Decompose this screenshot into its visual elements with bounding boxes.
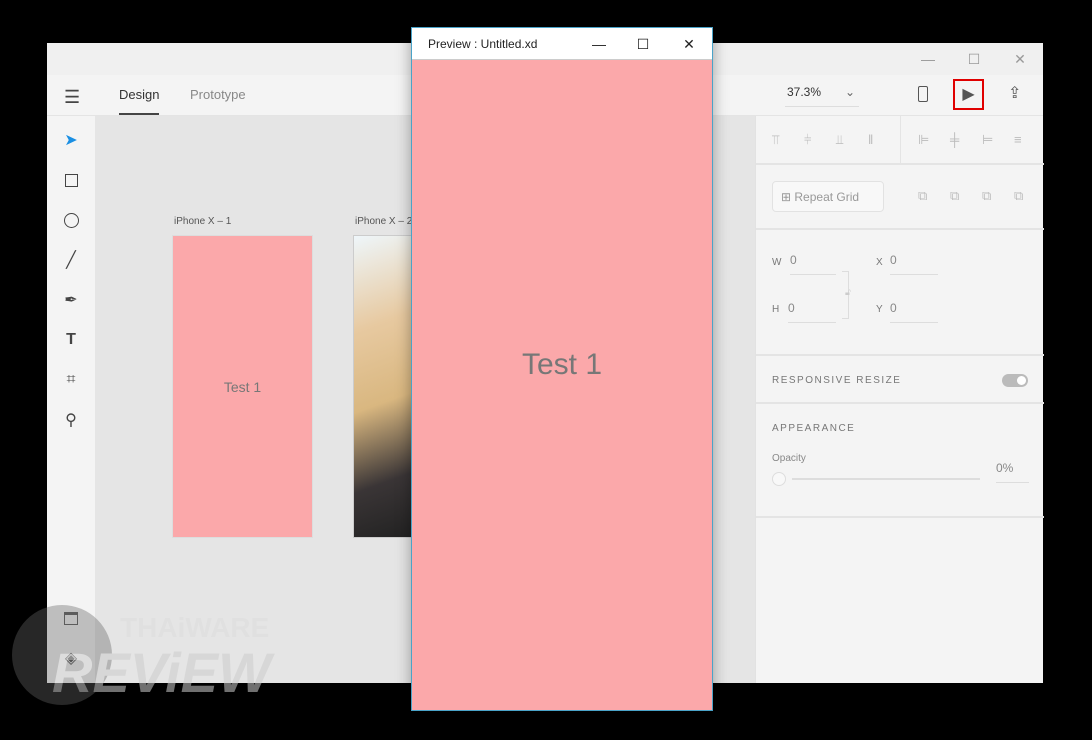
play-preview-button[interactable]: ▶ (953, 79, 984, 110)
zoom-value: 37.3% (787, 85, 822, 99)
lock-icon[interactable]: 🔓︎ (845, 287, 851, 298)
preview-maximize-button[interactable]: ☐ (620, 28, 666, 60)
preview-title: Preview : Untitled.xd (428, 37, 538, 51)
device-preview-icon[interactable] (918, 86, 928, 102)
artboard-1[interactable]: Test 1 (172, 235, 313, 538)
align-middle-icon[interactable]: ⫩ (804, 132, 811, 148)
tab-prototype[interactable]: Prototype (190, 87, 246, 102)
x-label: X (876, 257, 885, 268)
zoom-tool-icon[interactable]: ⚲ (59, 408, 83, 432)
maximize-button[interactable]: ☐ (951, 43, 997, 75)
zoom-select[interactable]: 37.3% ⌄ (785, 85, 859, 107)
distribute-horizontal-icon[interactable]: ≡ (1014, 132, 1022, 147)
opacity-slider[interactable] (772, 472, 980, 486)
x-field[interactable]: 0 (890, 253, 938, 275)
select-tool-icon[interactable]: ➤ (59, 128, 83, 152)
h-label: H (772, 304, 781, 315)
w-label: W (772, 257, 783, 268)
text-tool-icon[interactable]: T (59, 328, 83, 352)
hamburger-menu-icon[interactable]: ☰ (64, 87, 80, 108)
boolean-add-icon[interactable]: ⧉ (918, 188, 927, 204)
y-label: Y (876, 304, 885, 315)
property-inspector: ⫪ ⫩ ⫫ ‖ ⊫ ╪ ⊨ ≡ ⊞ Repeat Grid ⧉ ⧉ ⧉ ⧉ W … (755, 116, 1044, 683)
preview-text: Test 1 (521, 348, 603, 381)
align-center-icon[interactable]: ╪ (950, 132, 959, 147)
distribute-icon[interactable]: ‖ (868, 132, 873, 147)
align-bottom-icon[interactable]: ⫫ (836, 132, 843, 148)
responsive-resize-label: RESPONSIVE RESIZE (772, 375, 902, 386)
artboard-label[interactable]: iPhone X – 1 (174, 216, 231, 227)
responsive-resize-toggle[interactable] (1002, 374, 1028, 387)
artboard-text: Test 1 (223, 378, 262, 395)
preview-window: Preview : Untitled.xd — ☐ ✕ Test 1 (411, 27, 713, 711)
ellipse-tool-icon[interactable] (59, 208, 83, 232)
preview-title-bar: Preview : Untitled.xd — ☐ ✕ (412, 28, 712, 60)
share-icon[interactable]: ⇪ (1008, 83, 1021, 103)
minimize-button[interactable]: — (905, 43, 951, 75)
opacity-field[interactable]: 0% (996, 461, 1029, 483)
align-top-icon[interactable]: ⫪ (772, 132, 779, 148)
rectangle-tool-icon[interactable] (59, 168, 83, 192)
repeat-grid-label: Repeat Grid (794, 190, 860, 204)
watermark-text-2: REViEW (52, 641, 271, 704)
pen-tool-icon[interactable]: ✒ (59, 288, 83, 312)
repeat-grid-icon: ⊞ (781, 190, 795, 204)
divider (900, 116, 901, 163)
close-button[interactable]: ✕ (997, 43, 1043, 75)
width-field[interactable]: 0 (790, 253, 836, 275)
height-field[interactable]: 0 (788, 301, 836, 323)
tab-design[interactable]: Design (119, 87, 160, 115)
artboard-2-photo[interactable] (353, 235, 413, 538)
preview-minimize-button[interactable]: — (576, 28, 622, 60)
boolean-intersect-icon[interactable]: ⧉ (982, 188, 991, 204)
thaiware-review-watermark: THAiWARE REViEW (12, 600, 322, 730)
artboard-tool-icon[interactable]: ⌗ (59, 368, 83, 392)
align-right-icon[interactable]: ⊨ (982, 132, 993, 148)
preview-close-button[interactable]: ✕ (666, 28, 712, 60)
align-left-icon[interactable]: ⊫ (918, 132, 929, 148)
y-field[interactable]: 0 (890, 301, 938, 323)
appearance-heading: APPEARANCE (772, 423, 856, 434)
boolean-exclude-icon[interactable]: ⧉ (1014, 188, 1023, 204)
toolbar: ➤ ╱ ✒ T ⌗ ⚲ ◈ (47, 116, 95, 683)
chevron-down-icon: ⌄ (844, 85, 855, 99)
artboard-label[interactable]: iPhone X – 2 (355, 216, 412, 227)
repeat-grid-button[interactable]: ⊞ Repeat Grid (772, 181, 884, 212)
boolean-subtract-icon[interactable]: ⧉ (950, 188, 959, 204)
line-tool-icon[interactable]: ╱ (59, 248, 83, 272)
opacity-label: Opacity (772, 453, 806, 464)
